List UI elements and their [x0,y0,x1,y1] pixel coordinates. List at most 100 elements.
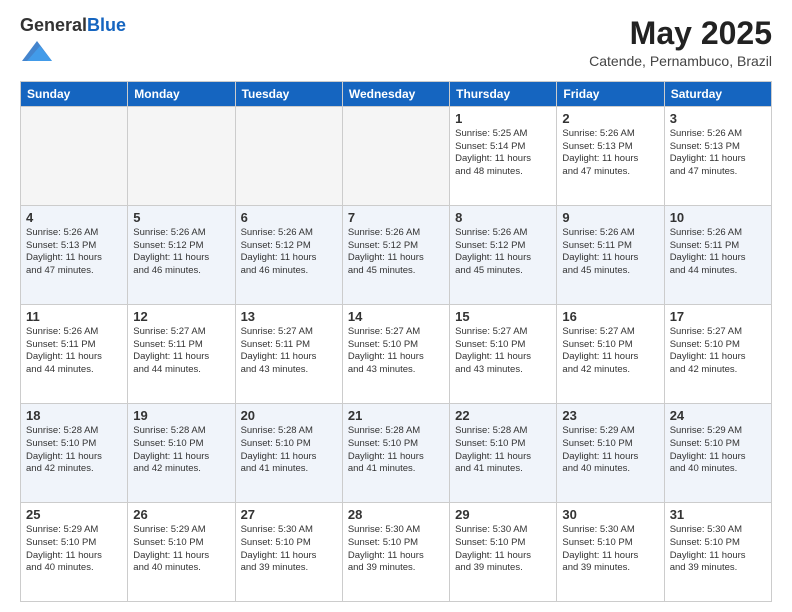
day-number: 23 [562,408,658,423]
day-info: Sunrise: 5:26 AM Sunset: 5:12 PM Dayligh… [241,227,337,278]
day-number: 20 [241,408,337,423]
day-number: 14 [348,309,444,324]
calendar-day-cell: 16Sunrise: 5:27 AM Sunset: 5:10 PM Dayli… [557,304,664,403]
calendar-day-cell: 18 Sunrise: 5:28 AM Sunset: 5:10 PM Dayli… [21,403,128,502]
day-info: Sunrise: 5:30 AM Sunset: 5:10 PM Dayligh… [455,524,551,575]
calendar-day-cell: 17 Sunrise: 5:27 AM Sunset: 5:10 PM Dayli… [664,304,771,403]
day-number: 28 [348,507,444,522]
day-number: 18 [26,408,122,423]
calendar-day-cell: 19 Sunrise: 5:28 AM Sunset: 5:10 PM Dayli… [128,403,235,502]
day-info: Sunrise: 5:28 AM Sunset: 5:10 PM Dayligh… [26,425,122,476]
day-number: 8 [455,210,551,225]
calendar-day-cell [235,106,342,205]
day-header-sunday: Sunday [21,81,128,106]
calendar-day-cell: 6 Sunrise: 5:26 AM Sunset: 5:12 PM Daylig… [235,205,342,304]
day-info: Sunrise: 5:27 AM Sunset: 5:11 PM Dayligh… [133,326,229,377]
calendar-day-cell [342,106,449,205]
calendar-day-cell: 2 Sunrise: 5:26 AM Sunset: 5:13 PM Daylig… [557,106,664,205]
day-number: 27 [241,507,337,522]
calendar-day-cell: 25 Sunrise: 5:29 AM Sunset: 5:10 PM Dayli… [21,502,128,601]
day-info: Sunrise: 5:25 AM Sunset: 5:14 PM Dayligh… [455,128,551,179]
day-info: Sunrise: 5:27 AM Sunset: 5:10 PM Dayligh… [562,326,658,377]
day-number: 21 [348,408,444,423]
day-info: Sunrise: 5:26 AM Sunset: 5:13 PM Dayligh… [670,128,766,179]
logo-general-text: General [20,15,87,35]
day-info: Sunrise: 5:29 AM Sunset: 5:10 PM Dayligh… [670,425,766,476]
day-number: 24 [670,408,766,423]
calendar-day-cell: 14 Sunrise: 5:27 AM Sunset: 5:10 PM Dayli… [342,304,449,403]
day-number: 13 [241,309,337,324]
location: Catende, Pernambuco, Brazil [589,53,772,69]
day-number: 29 [455,507,551,522]
day-info: Sunrise: 5:26 AM Sunset: 5:13 PM Dayligh… [562,128,658,179]
day-info: Sunrise: 5:28 AM Sunset: 5:10 PM Dayligh… [133,425,229,476]
day-info: Sunrise: 5:26 AM Sunset: 5:12 PM Dayligh… [133,227,229,278]
day-number: 17 [670,309,766,324]
day-number: 7 [348,210,444,225]
day-info: Sunrise: 5:26 AM Sunset: 5:13 PM Dayligh… [26,227,122,278]
day-info: Sunrise: 5:26 AM Sunset: 5:11 PM Dayligh… [562,227,658,278]
calendar-day-cell [21,106,128,205]
day-info: Sunrise: 5:30 AM Sunset: 5:10 PM Dayligh… [241,524,337,575]
day-number: 1 [455,111,551,126]
day-info: Sunrise: 5:27 AM Sunset: 5:10 PM Dayligh… [348,326,444,377]
day-number: 15 [455,309,551,324]
calendar-week-row: 4 Sunrise: 5:26 AM Sunset: 5:13 PM Daylig… [21,205,772,304]
day-info: Sunrise: 5:28 AM Sunset: 5:10 PM Dayligh… [348,425,444,476]
day-number: 26 [133,507,229,522]
calendar-day-cell: 13 Sunrise: 5:27 AM Sunset: 5:11 PM Dayli… [235,304,342,403]
day-info: Sunrise: 5:30 AM Sunset: 5:10 PM Dayligh… [562,524,658,575]
calendar-day-cell: 7 Sunrise: 5:26 AM Sunset: 5:12 PM Daylig… [342,205,449,304]
day-header-wednesday: Wednesday [342,81,449,106]
calendar-day-cell: 29 Sunrise: 5:30 AM Sunset: 5:10 PM Dayli… [450,502,557,601]
day-number: 2 [562,111,658,126]
day-header-monday: Monday [128,81,235,106]
day-number: 12 [133,309,229,324]
calendar-day-cell [128,106,235,205]
calendar-day-cell: 22Sunrise: 5:28 AM Sunset: 5:10 PM Dayli… [450,403,557,502]
day-info: Sunrise: 5:27 AM Sunset: 5:11 PM Dayligh… [241,326,337,377]
day-number: 3 [670,111,766,126]
day-number: 19 [133,408,229,423]
calendar-day-cell: 8 Sunrise: 5:26 AM Sunset: 5:12 PM Daylig… [450,205,557,304]
day-number: 4 [26,210,122,225]
calendar-day-cell: 21 Sunrise: 5:28 AM Sunset: 5:10 PM Dayli… [342,403,449,502]
day-header-tuesday: Tuesday [235,81,342,106]
calendar-week-row: 25 Sunrise: 5:29 AM Sunset: 5:10 PM Dayli… [21,502,772,601]
calendar-header-row: SundayMondayTuesdayWednesdayThursdayFrid… [21,81,772,106]
day-number: 11 [26,309,122,324]
calendar-week-row: 11 Sunrise: 5:26 AM Sunset: 5:11 PM Dayli… [21,304,772,403]
calendar-day-cell: 15 Sunrise: 5:27 AM Sunset: 5:10 PM Dayli… [450,304,557,403]
logo: GeneralBlue [20,16,126,71]
day-info: Sunrise: 5:29 AM Sunset: 5:10 PM Dayligh… [133,524,229,575]
day-info: Sunrise: 5:29 AM Sunset: 5:10 PM Dayligh… [26,524,122,575]
day-number: 10 [670,210,766,225]
calendar-day-cell: 26 Sunrise: 5:29 AM Sunset: 5:10 PM Dayli… [128,502,235,601]
month-year: May 2025 [589,16,772,51]
day-number: 5 [133,210,229,225]
calendar-table: SundayMondayTuesdayWednesdayThursdayFrid… [20,81,772,602]
day-info: Sunrise: 5:26 AM Sunset: 5:12 PM Dayligh… [348,227,444,278]
title-block: May 2025 Catende, Pernambuco, Brazil [589,16,772,69]
day-number: 25 [26,507,122,522]
day-header-saturday: Saturday [664,81,771,106]
calendar-day-cell: 24 Sunrise: 5:29 AM Sunset: 5:10 PM Dayli… [664,403,771,502]
page: GeneralBlue May 2025 Catende, Pernambuco… [0,0,792,612]
day-number: 6 [241,210,337,225]
calendar-day-cell: 10Sunrise: 5:26 AM Sunset: 5:11 PM Dayli… [664,205,771,304]
day-info: Sunrise: 5:26 AM Sunset: 5:11 PM Dayligh… [26,326,122,377]
calendar-day-cell: 4 Sunrise: 5:26 AM Sunset: 5:13 PM Daylig… [21,205,128,304]
day-number: 30 [562,507,658,522]
day-header-thursday: Thursday [450,81,557,106]
day-info: Sunrise: 5:27 AM Sunset: 5:10 PM Dayligh… [455,326,551,377]
day-info: Sunrise: 5:30 AM Sunset: 5:10 PM Dayligh… [348,524,444,575]
day-info: Sunrise: 5:26 AM Sunset: 5:12 PM Dayligh… [455,227,551,278]
calendar-day-cell: 12 Sunrise: 5:27 AM Sunset: 5:11 PM Dayli… [128,304,235,403]
calendar-day-cell: 5 Sunrise: 5:26 AM Sunset: 5:12 PM Daylig… [128,205,235,304]
calendar-day-cell: 3 Sunrise: 5:26 AM Sunset: 5:13 PM Daylig… [664,106,771,205]
calendar-week-row: 1 Sunrise: 5:25 AM Sunset: 5:14 PM Daylig… [21,106,772,205]
day-info: Sunrise: 5:27 AM Sunset: 5:10 PM Dayligh… [670,326,766,377]
day-info: Sunrise: 5:29 AM Sunset: 5:10 PM Dayligh… [562,425,658,476]
calendar-day-cell: 23 Sunrise: 5:29 AM Sunset: 5:10 PM Dayli… [557,403,664,502]
calendar-day-cell: 27 Sunrise: 5:30 AM Sunset: 5:10 PM Dayli… [235,502,342,601]
